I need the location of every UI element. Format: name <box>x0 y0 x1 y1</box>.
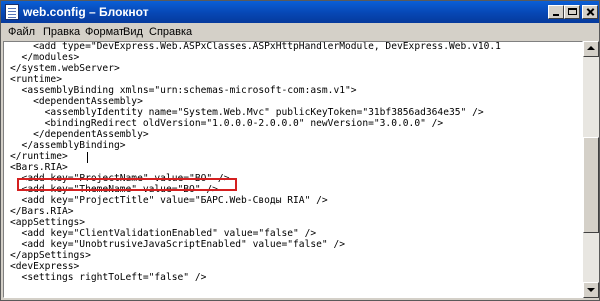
notepad-icon[interactable] <box>5 4 19 20</box>
editor-line: <devExpress> <box>10 261 80 272</box>
editor-line: <bindingRedirect oldVersion="1.0.0.0-2.0… <box>10 118 444 129</box>
notepad-window: web.config – Блокнот Файл Правка Формат … <box>0 0 600 301</box>
menu-file[interactable]: Файл <box>8 25 35 39</box>
editor-line: <Bars.RIA> <box>10 162 68 173</box>
editor-line: <runtime> <box>10 74 62 85</box>
minimize-button[interactable] <box>548 5 564 19</box>
menu-format[interactable]: Формат <box>85 25 124 39</box>
editor-line: </modules> <box>10 52 80 63</box>
menu-view[interactable]: Вид <box>123 25 143 39</box>
maximize-button[interactable] <box>564 5 580 19</box>
highlight-box <box>17 178 237 191</box>
editor-line: <dependentAssembly> <box>10 96 143 107</box>
editor-line: <add type="DevExpress.Web.ASPxClasses.AS… <box>10 41 501 52</box>
editor-line: </runtime> <box>10 151 68 162</box>
text-editor[interactable]: <add type="DevExpress.Web.ASPxClasses.AS… <box>3 41 583 298</box>
editor-line: <assemblyIdentity name="System.Web.Mvc" … <box>10 107 484 118</box>
vertical-scrollbar[interactable] <box>583 41 599 298</box>
window-title: web.config – Блокнот <box>23 5 149 19</box>
menu-bar: Файл Правка Формат Вид Справка <box>1 23 599 41</box>
scroll-thumb[interactable] <box>583 137 599 233</box>
editor-line: <add key="ProjectTitle" value="БАРС.Web-… <box>10 195 328 206</box>
editor-line: <assemblyBinding xmlns="urn:schemas-micr… <box>10 85 357 96</box>
close-button[interactable] <box>582 5 598 19</box>
editor-line: </dependentAssembly> <box>10 129 149 140</box>
editor-line: <add key="ClientValidationEnabled" value… <box>10 228 317 239</box>
editor-line: </assemblyBinding> <box>10 140 126 151</box>
title-bar[interactable]: web.config – Блокнот <box>1 1 599 23</box>
editor-line: <add key="UnobtrusiveJavaScriptEnabled" … <box>10 239 346 250</box>
editor-line: <settings rightToLeft="false" /> <box>10 272 207 283</box>
editor-line: <appSettings> <box>10 217 86 228</box>
text-caret <box>87 152 88 163</box>
scroll-up-button[interactable] <box>583 41 599 57</box>
menu-help[interactable]: Справка <box>149 25 192 39</box>
scroll-down-button[interactable] <box>583 282 599 298</box>
editor-line: </appSettings> <box>10 250 91 261</box>
menu-edit[interactable]: Правка <box>43 25 80 39</box>
editor-line: </system.webServer> <box>10 63 120 74</box>
editor-line: </Bars.RIA> <box>10 206 74 217</box>
